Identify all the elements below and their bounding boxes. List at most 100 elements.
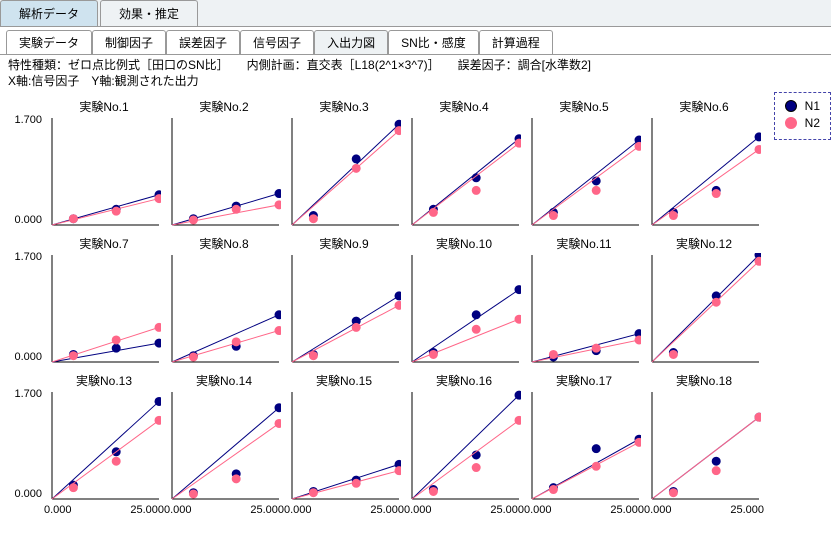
x-max-label: 25.000 xyxy=(370,504,404,516)
chart-title-15: 実験No.15 xyxy=(316,372,372,389)
inner-tab-2[interactable]: 誤差因子 xyxy=(166,30,240,54)
chart-title-1: 実験No.1 xyxy=(79,98,128,115)
chart-svg-12 xyxy=(648,253,761,366)
inner-tab-4[interactable]: 入出力図 xyxy=(314,30,388,54)
chart-cell-4: 実験No.4 xyxy=(404,98,524,229)
chart-cell-2: 実験No.2 xyxy=(164,98,284,229)
legend-swatch-N1 xyxy=(785,100,797,112)
legend-label-N1: N1 xyxy=(805,99,820,113)
chart-title-3: 実験No.3 xyxy=(319,98,368,115)
chart-cell-12: 実験No.12 xyxy=(644,235,764,366)
chart-svg-13 xyxy=(48,390,161,503)
chart-title-11: 実験No.11 xyxy=(556,235,611,252)
inner-tab-6[interactable]: 計算過程 xyxy=(479,30,553,54)
chart-cell-3: 実験No.3 xyxy=(284,98,404,229)
x-max-label: 25.000 xyxy=(250,504,284,516)
plot-area: 1.700 0.000 実験No.1 実験No.2 実験No.3 実験No.4 実験No.5… xyxy=(0,92,831,522)
legend-label-N2: N2 xyxy=(805,116,820,130)
chart-svg-7 xyxy=(48,253,161,366)
x-label-pair-1: 0.000 25.000 xyxy=(164,504,284,516)
chart-title-10: 実験No.10 xyxy=(436,235,492,252)
chart-cell-14: 実験No.14 xyxy=(164,372,284,503)
chart-row-2: 1.700 0.000 実験No.13 実験No.14 実験No.15 実験No.16 実験… xyxy=(6,372,825,503)
chart-cell-1: 実験No.1 xyxy=(44,98,164,229)
chart-cell-11: 実験No.11 xyxy=(524,235,644,366)
chart-svg-17 xyxy=(528,390,641,503)
chart-cell-17: 実験No.17 xyxy=(524,372,644,503)
y-max-label: 1.700 xyxy=(14,251,42,263)
x-label-pair-5: 0.00025.000 xyxy=(644,504,764,516)
chart-svg-15 xyxy=(288,390,401,503)
y-labels-row-1: 1.700 0.000 xyxy=(6,235,44,365)
chart-title-9: 実験No.9 xyxy=(319,235,368,252)
chart-title-6: 実験No.6 xyxy=(679,98,728,115)
chart-title-16: 実験No.16 xyxy=(436,372,492,389)
y-min-label: 0.000 xyxy=(14,351,42,363)
chart-row-0: 1.700 0.000 実験No.1 実験No.2 実験No.3 実験No.4 実験No.5… xyxy=(6,98,825,229)
chart-svg-6 xyxy=(648,116,761,229)
chart-cell-15: 実験No.15 xyxy=(284,372,404,503)
chart-svg-11 xyxy=(528,253,641,366)
y-labels-row-2: 1.700 0.000 xyxy=(6,372,44,502)
y-max-label: 1.700 xyxy=(14,388,42,400)
chart-title-2: 実験No.2 xyxy=(199,98,248,115)
inner-tab-1[interactable]: 制御因子 xyxy=(92,30,166,54)
chart-title-13: 実験No.13 xyxy=(76,372,132,389)
chart-cell-6: 実験No.6 xyxy=(644,98,764,229)
x-labels-row: 0.00025.0000.00025.0000.00025.0000.00025… xyxy=(44,504,825,516)
chart-title-17: 実験No.17 xyxy=(556,372,612,389)
meta-block: 特性種類：ゼロ点比例式［田口のSN比］ 内側計画：直交表［L18(2^1×3^7… xyxy=(0,55,831,92)
chart-title-5: 実験No.5 xyxy=(559,98,608,115)
chart-svg-10 xyxy=(408,253,521,366)
inner-tab-0[interactable]: 実験データ xyxy=(6,30,92,54)
outer-tab-0[interactable]: 解析データ xyxy=(0,0,98,26)
chart-cell-13: 実験No.13 xyxy=(44,372,164,503)
x-max-label: 25.000 xyxy=(490,504,524,516)
y-labels-row-0: 1.700 0.000 xyxy=(6,98,44,228)
chart-svg-4 xyxy=(408,116,521,229)
chart-cell-8: 実験No.8 xyxy=(164,235,284,366)
y-min-label: 0.000 xyxy=(14,488,42,500)
chart-svg-16 xyxy=(408,390,521,503)
outer-tab-1[interactable]: 効果・推定 xyxy=(100,0,198,26)
legend-item-N1: N1 xyxy=(785,99,820,113)
chart-title-7: 実験No.7 xyxy=(79,235,128,252)
x-min-label: 0.000 xyxy=(44,504,72,516)
inner-tab-3[interactable]: 信号因子 xyxy=(240,30,314,54)
chart-cell-7: 実験No.7 xyxy=(44,235,164,366)
chart-svg-2 xyxy=(168,116,281,229)
x-min-label: 0.000 xyxy=(644,504,672,516)
chart-cell-16: 実験No.16 xyxy=(404,372,524,503)
x-label-pair-0: 0.000 25.000 xyxy=(44,504,164,516)
y-min-label: 0.000 xyxy=(14,214,42,226)
chart-cell-18: 実験No.18 xyxy=(644,372,764,503)
chart-title-18: 実験No.18 xyxy=(676,372,732,389)
y-max-label: 1.700 xyxy=(14,114,42,126)
chart-svg-1 xyxy=(48,116,161,229)
chart-svg-8 xyxy=(168,253,281,366)
chart-row-1: 1.700 0.000 実験No.7 実験No.8 実験No.9 実験No.10 実験No.… xyxy=(6,235,825,366)
inner-tab-5[interactable]: SN比・感度 xyxy=(388,30,479,54)
x-max-label: 25.000 xyxy=(610,504,644,516)
chart-title-14: 実験No.14 xyxy=(196,372,252,389)
meta-line2: X軸:信号因子 Y軸:観測された出力 xyxy=(8,74,823,90)
chart-svg-3 xyxy=(288,116,401,229)
chart-title-4: 実験No.4 xyxy=(439,98,488,115)
x-label-pair-4: 0.000 25.000 xyxy=(524,504,644,516)
x-label-pair-3: 0.00025.000 xyxy=(404,504,524,516)
chart-svg-9 xyxy=(288,253,401,366)
chart-title-12: 実験No.12 xyxy=(676,235,732,252)
legend-swatch-N2 xyxy=(785,117,797,129)
x-min-label: 0.000 xyxy=(524,504,552,516)
chart-cell-5: 実験No.5 xyxy=(524,98,644,229)
x-label-pair-2: 0.00025.000 xyxy=(284,504,404,516)
meta-line1: 特性種類：ゼロ点比例式［田口のSN比］ 内側計画：直交表［L18(2^1×3^7… xyxy=(8,58,823,74)
legend: N1N2 xyxy=(774,92,831,140)
x-min-label: 0.000 xyxy=(164,504,192,516)
chart-cell-10: 実験No.10 xyxy=(404,235,524,366)
chart-svg-14 xyxy=(168,390,281,503)
chart-title-8: 実験No.8 xyxy=(199,235,248,252)
legend-item-N2: N2 xyxy=(785,116,820,130)
x-max-label: 25.000 xyxy=(130,504,164,516)
inner-tabs: 実験データ制御因子誤差因子信号因子入出力図SN比・感度計算過程 xyxy=(0,27,831,55)
